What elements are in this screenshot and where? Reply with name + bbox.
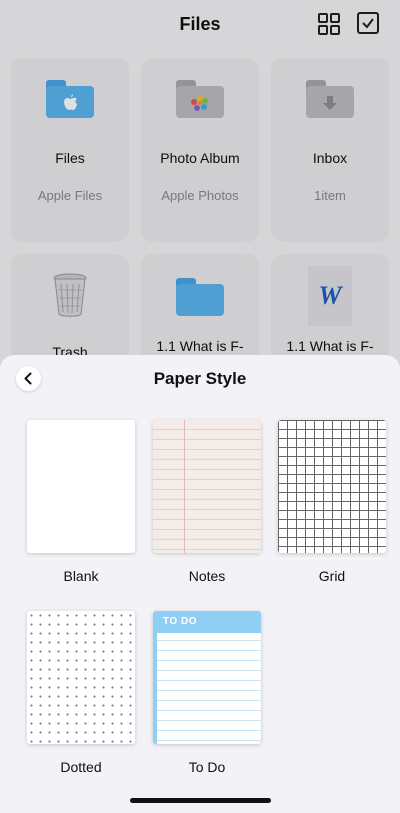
sheet-title: Paper Style (153, 369, 247, 388)
paper-label: Blank (63, 568, 99, 584)
paper-todo[interactable]: TO DO (153, 611, 261, 744)
todo-header: TO DO (157, 611, 261, 633)
home-indicator (130, 798, 271, 803)
paper-grid[interactable] (278, 420, 386, 553)
paper-label: Grid (318, 568, 346, 584)
paper-style-sheet: Paper Style Blank Notes Grid Dotted TO D… (0, 355, 400, 813)
paper-blank[interactable] (27, 420, 135, 553)
paper-notes[interactable] (153, 420, 261, 553)
paper-label: Notes (188, 568, 226, 584)
todo-header-text: TO DO (163, 616, 197, 627)
paper-dotted[interactable] (27, 611, 135, 744)
paper-label: Dotted (60, 759, 102, 775)
paper-label: To Do (188, 759, 226, 775)
